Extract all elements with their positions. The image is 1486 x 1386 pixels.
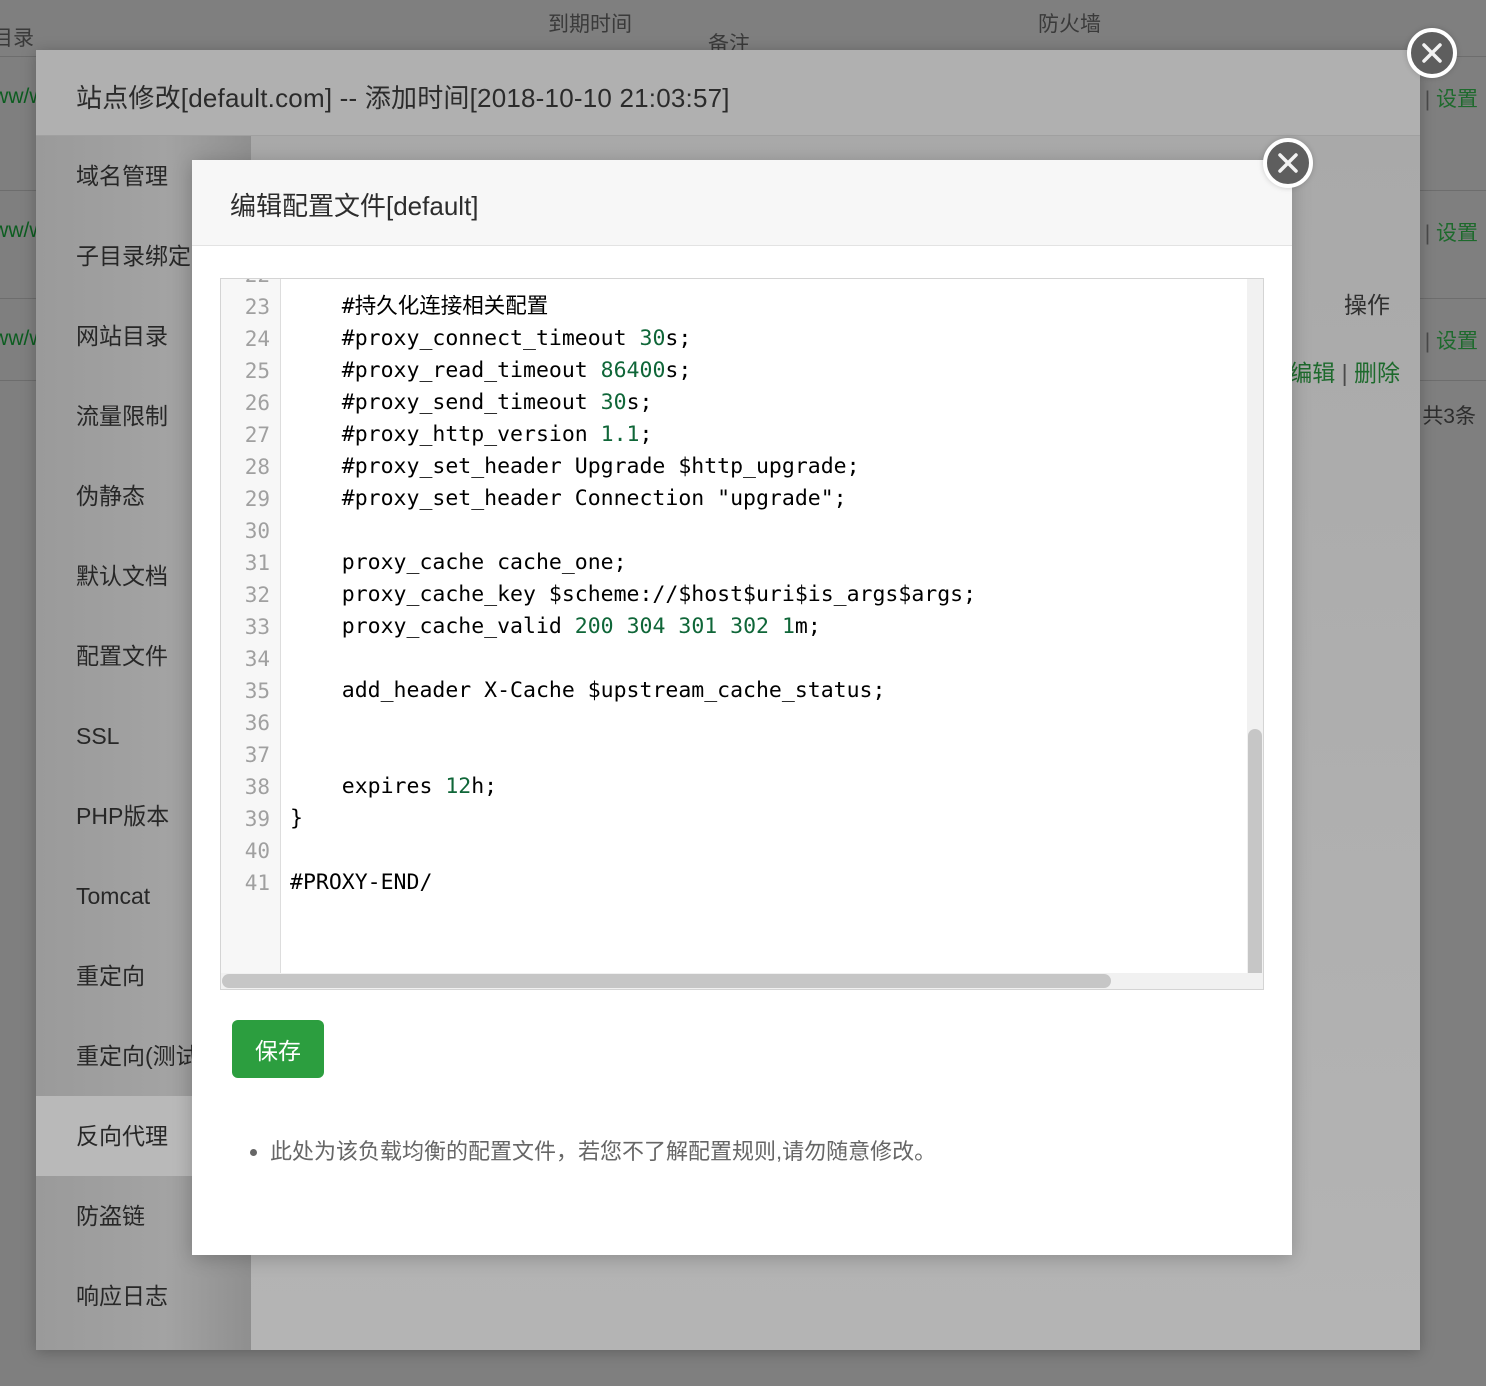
code-line[interactable] [282,643,1263,675]
editor-vertical-scrollbar-thumb[interactable] [1248,728,1262,981]
edit-config-dialog-title: 编辑配置文件[default] [230,191,479,221]
code-line[interactable]: proxy_cache_key $scheme://$host$uri$is_a… [282,579,1263,611]
table-header-dir: 目录 [0,27,34,50]
code-line[interactable]: #proxy_read_timeout 86400s; [282,355,1263,387]
code-line[interactable]: #proxy_set_header Connection "upgrade"; [282,483,1263,515]
code-line[interactable]: proxy_cache_valid 200 304 301 302 1m; [282,611,1263,643]
close-icon[interactable] [1263,138,1313,188]
code-line[interactable]: #proxy_http_version 1.1; [282,419,1263,451]
line-number: 41 [244,871,270,895]
line-number: 33 [244,615,270,639]
code-line[interactable]: expires 12h; [282,771,1263,803]
code-line[interactable] [282,739,1263,771]
row-operations[interactable]: 编辑 | 删除 [1289,354,1400,388]
close-icon[interactable] [1407,28,1457,78]
code-line[interactable] [282,515,1263,547]
line-number: 40 [244,839,270,863]
site-edit-dialog-title: 站点修改[default.com] -- 添加时间[2018-10-10 21:… [76,83,730,113]
editor-viewport: 22 23 24 25 26 27 28 29 30 31 32 33 34 35 36 37 38 39 40 41… [221,279,1263,989]
code-line[interactable] [282,279,1263,291]
code-line[interactable]: add_header X-Cache $upstream_cache_statu… [282,675,1263,707]
row-settings-2[interactable]: | 设置 [1425,325,1478,355]
editor-horizontal-scrollbar-thumb[interactable] [222,974,1111,988]
line-number: 38 [244,775,270,799]
line-number: 34 [244,647,270,671]
editor-line-number-gutter: 22 23 24 25 26 27 28 29 30 31 32 33 34 35 36 37 38 39 40 41 [221,279,281,989]
table-header-firewall: 防火墙 [1038,13,1101,36]
config-note-text: 此处为该负载均衡的配置文件，若您不了解配置规则,请勿随意修改。 [270,1135,1232,1169]
line-number: 31 [244,551,270,575]
code-line[interactable]: #proxy_connect_timeout 30s; [282,323,1263,355]
edit-link[interactable]: 编辑 [1289,360,1335,386]
code-line[interactable]: #proxy_send_timeout 30s; [282,387,1263,419]
line-number: 22 [221,279,280,291]
line-number: 32 [244,583,270,607]
operation-column-header: 操作 [1344,292,1390,318]
operations-separator: | [1341,360,1348,386]
code-line[interactable]: #proxy_set_header Upgrade $http_upgrade; [282,451,1263,483]
table-header-expire: 到期时间 [548,13,632,36]
editor-horizontal-scrollbar[interactable] [221,973,1263,989]
line-number: 23 [244,295,270,319]
line-number: 39 [244,807,270,831]
code-line[interactable]: #PROXY-END/ [282,867,1263,899]
delete-link[interactable]: 删除 [1354,360,1400,386]
line-number: 25 [244,359,270,383]
line-number: 28 [244,455,270,479]
editor-code-area[interactable]: #持久化连接相关配置 #proxy_connect_timeout 30s; #… [282,279,1263,989]
save-button[interactable]: 保存 [232,1020,324,1078]
code-line[interactable]: proxy_cache cache_one; [282,547,1263,579]
row-settings-0[interactable]: | 设置 [1425,83,1478,113]
row-settings-1[interactable]: | 设置 [1425,217,1478,247]
edit-config-dialog-header: 编辑配置文件[default] [192,160,1292,246]
config-note: 此处为该负载均衡的配置文件，若您不了解配置规则,请勿随意修改。 [232,1135,1232,1169]
line-number: 35 [244,679,270,703]
code-line[interactable] [282,707,1263,739]
line-number: 26 [244,391,270,415]
code-line[interactable] [282,835,1263,867]
config-code-editor[interactable]: 22 23 24 25 26 27 28 29 30 31 32 33 34 35 36 37 38 39 40 41… [220,278,1264,990]
code-line[interactable]: } [282,803,1263,835]
code-line[interactable]: #持久化连接相关配置 [282,291,1263,323]
line-number: 27 [244,423,270,447]
line-number: 24 [244,327,270,351]
line-number: 29 [244,487,270,511]
line-number: 36 [244,711,270,735]
line-number: 30 [244,519,270,543]
background-table-header: 目录 到期时间 备注 防火墙 [0,0,1486,56]
line-number: 37 [244,743,270,767]
total-count-label: 共3条 [1422,405,1476,428]
edit-config-dialog: 编辑配置文件[default] 22 23 24 25 26 27 28 29 30 31 32 33… [192,160,1292,1255]
editor-vertical-scrollbar[interactable] [1247,279,1263,989]
sidebar-item-response-log[interactable]: 响应日志 [36,1256,251,1336]
